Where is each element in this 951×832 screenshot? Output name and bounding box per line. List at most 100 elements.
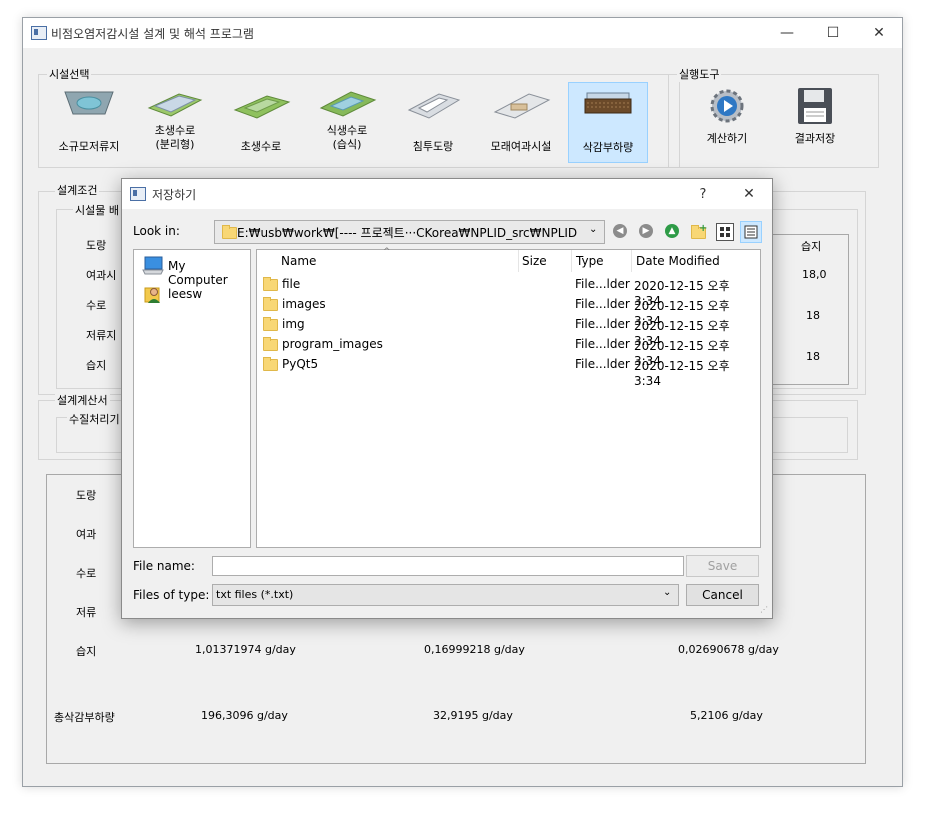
file-list: Name ^ Size Type Date Modified file File… xyxy=(256,247,761,548)
result-value: 0,16999218 g/day xyxy=(424,643,525,656)
save-dialog: 저장하기 ? ✕ Look in: E:₩usb₩work₩[---- 프로젝트… xyxy=(121,178,773,619)
file-row[interactable]: program_images File...lder 2020-12-15 오후… xyxy=(257,334,760,368)
place-user[interactable]: leesw xyxy=(140,282,244,306)
save-results-button[interactable]: 결과저장 xyxy=(775,86,855,156)
grass-channel-icon xyxy=(233,95,291,119)
file-name: file xyxy=(282,277,301,291)
look-in-path: E:₩usb₩work₩[---- 프로젝트···CKorea₩NPLID_sr… xyxy=(237,226,578,240)
dialog-close-button[interactable]: ✕ xyxy=(726,179,772,209)
file-type-label: Files of type: xyxy=(133,588,210,602)
result-value: 0,02690678 g/day xyxy=(678,643,779,656)
cancel-button[interactable]: Cancel xyxy=(686,584,759,606)
row-label-filter: 여과시 xyxy=(86,269,117,282)
file-name: img xyxy=(282,317,305,331)
place-label: leesw xyxy=(168,287,203,301)
look-in-combo[interactable]: E:₩usb₩work₩[---- 프로젝트···CKorea₩NPLID_sr… xyxy=(214,220,605,244)
resize-grip-icon[interactable]: ⋰ xyxy=(760,605,768,614)
file-type: File...lder xyxy=(575,277,630,291)
window-title: 비점오염저감시설 설계 및 해석 프로그램 xyxy=(51,27,254,41)
result-value: 196,3096 g/day xyxy=(201,709,288,722)
forward-icon[interactable]: ▶ xyxy=(639,224,653,238)
column-name[interactable]: Name xyxy=(281,254,316,268)
tool-infiltration-trench[interactable]: 침투도랑 xyxy=(393,82,473,164)
parent-folder-icon[interactable]: ▲ xyxy=(665,224,679,238)
result-value: 1,01371974 g/day xyxy=(195,643,296,656)
folder-icon xyxy=(222,225,237,239)
app-icon xyxy=(31,26,47,40)
column-size[interactable]: Size xyxy=(522,254,547,268)
sort-up-icon: ^ xyxy=(383,247,391,257)
gear-play-icon xyxy=(710,89,744,123)
facility-select-title: 시설선택 xyxy=(47,66,92,82)
exec-tools-title: 실행도구 xyxy=(677,66,722,82)
tool-label: 삭감부하량 xyxy=(582,141,634,154)
vegetated-channel-wet-icon xyxy=(319,91,377,117)
tool-vegetated-channel-wet[interactable]: 식생수로 (습식) xyxy=(307,82,387,164)
column-type[interactable]: Type xyxy=(576,254,604,268)
detail-view-icon[interactable] xyxy=(740,221,762,243)
tool-load-reduction[interactable]: 삭감부하량 xyxy=(568,82,648,163)
save-disk-icon xyxy=(798,88,832,124)
row-label-reservoir: 저류지 xyxy=(86,329,117,342)
folder-icon xyxy=(263,357,278,371)
grass-channel-separated-icon xyxy=(147,93,203,117)
file-type-combo[interactable]: txt files (*.txt) ⌄ xyxy=(212,584,679,606)
file-date: 2020-12-15 오후 3:34 xyxy=(634,359,730,388)
row-label-wetland: 습지 xyxy=(86,359,107,372)
file-name-label: File name: xyxy=(133,559,195,573)
save-button[interactable]: Save xyxy=(686,555,759,577)
file-name: program_images xyxy=(282,337,383,351)
tool-label: 초생수로 xyxy=(240,140,282,153)
dialog-title: 저장하기 xyxy=(152,188,197,202)
calc-report-title: 설계계산서 xyxy=(55,392,110,408)
tool-label: 초생수로 (분리형) xyxy=(154,124,196,151)
list-view-icon[interactable] xyxy=(716,223,734,241)
result-value: 32,9195 g/day xyxy=(433,709,513,722)
new-folder-icon[interactable]: + xyxy=(690,223,707,239)
chevron-down-icon: ⌄ xyxy=(663,587,672,598)
minimize-button[interactable]: — xyxy=(764,18,810,48)
maximize-button[interactable]: ☐ xyxy=(810,18,856,48)
folder-icon xyxy=(263,277,278,291)
place-my-computer[interactable]: My Computer xyxy=(140,254,244,287)
file-type: File...lder xyxy=(575,297,630,311)
folder-icon xyxy=(263,317,278,331)
dialog-app-icon xyxy=(130,187,146,201)
sand-filter-icon xyxy=(493,93,551,119)
wetland-value: 18 xyxy=(806,309,820,322)
look-in-label: Look in: xyxy=(133,224,180,238)
wetland-value: 18 xyxy=(806,350,820,363)
tool-label: 계산하기 xyxy=(706,132,748,145)
file-row[interactable]: images File...lder 2020-12-15 오후 3:34 xyxy=(257,294,760,328)
chevron-down-icon: ⌄ xyxy=(589,224,598,235)
tool-sand-filter[interactable]: 모래여과시설 xyxy=(479,82,563,164)
result-label-reservoir: 저류 xyxy=(76,606,97,619)
file-type-value: txt files (*.txt) xyxy=(216,588,294,601)
tool-grass-channel-separated[interactable]: 초생수로 (분리형) xyxy=(135,82,215,164)
close-button[interactable]: ✕ xyxy=(856,18,902,48)
tool-label: 모래여과시설 xyxy=(490,140,552,153)
tool-small-reservoir[interactable]: 소규모저류지 xyxy=(49,82,129,164)
file-row[interactable]: img File...lder 2020-12-15 오후 3:34 xyxy=(257,314,760,348)
tool-label: 결과저장 xyxy=(794,132,836,145)
computer-icon xyxy=(142,256,164,275)
file-type: File...lder xyxy=(575,337,630,351)
file-name: images xyxy=(282,297,326,311)
result-label-filter: 여과 xyxy=(76,528,97,541)
file-name-input[interactable] xyxy=(212,556,684,576)
result-label-ditch: 도랑 xyxy=(76,489,97,502)
file-row[interactable]: PyQt5 File...lder 2020-12-15 오후 3:34 xyxy=(257,354,760,388)
file-row[interactable]: file File...lder 2020-12-15 오후 3:34 xyxy=(257,274,760,308)
dialog-title-bar: 저장하기 ? ✕ xyxy=(122,179,772,209)
file-name: PyQt5 xyxy=(282,357,319,371)
load-reduction-icon xyxy=(584,92,632,114)
file-type: File...lder xyxy=(575,317,630,331)
column-date[interactable]: Date Modified xyxy=(636,254,720,268)
calculate-button[interactable]: 계산하기 xyxy=(687,86,767,156)
help-button[interactable]: ? xyxy=(680,179,726,209)
tool-grass-channel[interactable]: 초생수로 xyxy=(221,82,301,164)
water-treatment-title: 수질처리기 xyxy=(67,411,122,427)
back-icon[interactable]: ◀ xyxy=(613,224,627,238)
row-label-ditch: 도랑 xyxy=(86,239,107,252)
folder-icon xyxy=(263,337,278,351)
